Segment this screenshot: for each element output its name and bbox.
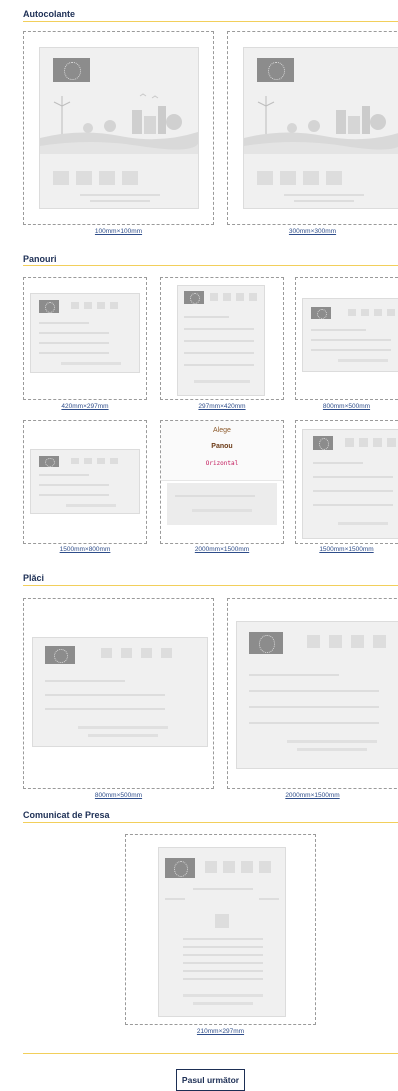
panel-preview — [30, 293, 140, 373]
size-link-2000x1500[interactable]: 2000mm×1500mm — [160, 546, 284, 553]
section-divider — [23, 585, 398, 586]
section-divider — [23, 822, 398, 823]
size-link-100x100[interactable]: 100mm×100mm — [23, 228, 214, 235]
eu-flag-icon — [45, 646, 75, 664]
eu-flag-icon — [39, 300, 59, 314]
size-link-1500x800[interactable]: 1500mm×800mm — [23, 546, 147, 553]
footer-divider — [23, 1053, 398, 1054]
eu-flag-icon — [39, 456, 59, 468]
panel-option-1500x800[interactable] — [23, 420, 147, 544]
section-title-comunicat: Comunicat de Presa — [23, 810, 110, 820]
panel-type-label: Panou — [211, 443, 233, 450]
size-link-800x500[interactable]: 800mm×500mm — [23, 792, 214, 799]
next-step-button[interactable]: Pasul următor — [176, 1069, 245, 1091]
section-title-panouri: Panouri — [23, 254, 57, 264]
eu-flag-icon — [184, 291, 204, 305]
plaque-preview — [236, 621, 398, 769]
sticker-option-100x100[interactable] — [23, 31, 214, 225]
panel-preview — [302, 298, 398, 372]
press-release-preview — [158, 847, 286, 1017]
eu-flag-icon — [311, 307, 331, 320]
panel-preview — [302, 429, 398, 539]
sticker-preview — [243, 47, 398, 209]
section-divider — [23, 265, 398, 266]
panel-preview — [177, 285, 265, 396]
panel-option-2000x1500-selected[interactable]: Alege Panou Orizontal — [160, 420, 284, 544]
panel-preview — [30, 449, 140, 514]
orientation-label: Orizontal — [205, 460, 239, 467]
eu-flag-icon — [313, 436, 333, 450]
panel-option-420x297[interactable] — [23, 277, 147, 400]
size-link-1500x1500[interactable]: 1500mm×1500mm — [295, 546, 398, 553]
size-link-297x420[interactable]: 297mm×420mm — [160, 403, 284, 410]
sticker-preview — [39, 47, 199, 209]
panel-option-1500x1500[interactable] — [295, 420, 398, 544]
plaque-preview — [32, 637, 208, 747]
section-title-autocolante: Autocolante — [23, 9, 76, 19]
panel-option-297x420[interactable] — [160, 277, 284, 400]
landscape-illustration-icon — [244, 88, 398, 154]
size-link-800x500[interactable]: 800mm×500mm — [295, 403, 398, 410]
size-link-300x300[interactable]: 300mm×300mm — [227, 228, 398, 235]
plaque-option-2000x1500[interactable] — [227, 598, 398, 789]
size-link-210x297[interactable]: 210mm×297mm — [125, 1028, 316, 1035]
section-title-placi: Plăci — [23, 573, 45, 583]
panel-option-800x500[interactable] — [295, 277, 398, 400]
size-link-2000x1500[interactable]: 2000mm×1500mm — [227, 792, 398, 799]
press-release-option-210x297[interactable] — [125, 834, 316, 1025]
section-divider — [23, 21, 398, 22]
plaque-option-800x500[interactable] — [23, 598, 214, 789]
size-link-420x297[interactable]: 420mm×297mm — [23, 403, 147, 410]
choose-label: Alege — [213, 427, 231, 434]
landscape-illustration-icon — [40, 88, 198, 154]
eu-flag-icon — [257, 58, 294, 82]
eu-flag-icon — [249, 632, 283, 654]
panel-preview-bottom — [167, 483, 277, 525]
eu-flag-icon — [165, 858, 195, 878]
choose-panel-overlay[interactable]: Alege Panou Orizontal — [161, 421, 283, 481]
eu-flag-icon — [53, 58, 90, 82]
sticker-option-300x300[interactable] — [227, 31, 398, 225]
